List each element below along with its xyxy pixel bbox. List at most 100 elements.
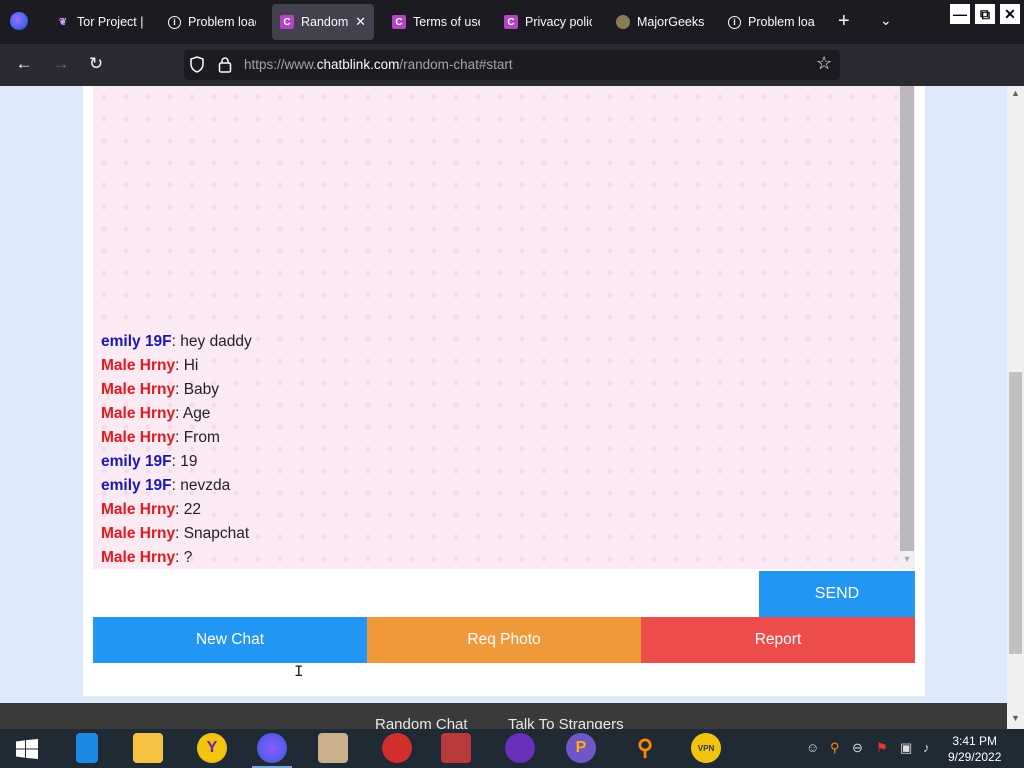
tor-icon: ❦ [58, 16, 68, 28]
restore-window-icon[interactable]: ⧉ [975, 4, 995, 24]
reload-icon[interactable]: ↻ [85, 54, 107, 74]
tray-emoji-icon[interactable]: ☺ [806, 740, 819, 755]
chat-message: emily 19F: nevzda [101, 474, 252, 498]
tab-label: Random ch [301, 15, 349, 29]
tray-minus-icon[interactable]: ⊖ [852, 740, 863, 756]
message-text: : ? [175, 549, 193, 566]
close-tab-icon[interactable]: ✕ [355, 14, 366, 30]
tracking-protection-shield-icon[interactable] [190, 56, 204, 73]
chat-scrollbar[interactable]: ▼ [899, 86, 915, 569]
clock-date: 9/29/2022 [948, 750, 1002, 764]
message-sender: Male Hrny [101, 525, 176, 542]
send-button[interactable]: SEND [759, 571, 915, 617]
message-sender: Male Hrny [101, 357, 176, 374]
clock-time: 3:41 PM [952, 734, 998, 748]
firefox-taskbar-icon[interactable] [257, 733, 287, 763]
message-sender: emily 19F [101, 453, 172, 470]
message-sender: emily 19F [101, 333, 172, 350]
chat-message: Male Hrny: ? [101, 546, 252, 570]
browser-tab[interactable]: ❦ Tor Project | [48, 4, 152, 40]
phone-app-icon[interactable] [76, 733, 98, 763]
message-text: : 19 [171, 453, 198, 470]
tab-label: Problem loa [748, 15, 815, 29]
message-text: : From [175, 429, 220, 446]
new-tab-plus-icon[interactable]: + [838, 10, 850, 33]
padlock-icon[interactable] [218, 56, 232, 73]
file-explorer-icon[interactable] [133, 733, 163, 763]
message-text: : Snapchat [175, 525, 250, 542]
browser-tab[interactable]: MajorGeeks. [608, 4, 712, 40]
paint-app-icon[interactable] [318, 733, 348, 763]
url-text[interactable]: https://www.chatblink.com/random-chat#st… [244, 57, 513, 72]
chat-message: Male Hrny: From [101, 426, 252, 450]
browser-tab[interactable]: C Privacy polic [496, 4, 600, 40]
chat-message: Male Hrny: Hi [101, 354, 252, 378]
bookmark-star-icon[interactable]: ☆ [816, 53, 832, 74]
report-button[interactable]: Report [641, 617, 915, 663]
scroll-up-arrow-icon[interactable]: ▲ [1007, 88, 1024, 98]
message-sender: emily 19F [101, 477, 172, 494]
page-footer: Random Chat Talk To Strangers [0, 703, 1007, 729]
page-scrollbar-thumb[interactable] [1009, 372, 1022, 654]
chat-message: Male Hrny: Baby [101, 378, 252, 402]
chat-message: emily 19F: 19 [101, 450, 252, 474]
toolbox-icon[interactable] [441, 733, 471, 763]
chat-message: Male Hrny: Age [101, 402, 252, 426]
message-sender: Male Hrny [101, 549, 176, 566]
chat-scrollbar-thumb[interactable] [900, 86, 914, 551]
chat-message: Male Hrny: 22 [101, 498, 252, 522]
browser-tab[interactable]: C Terms of use [384, 4, 488, 40]
forward-arrow-icon[interactable]: → [50, 54, 72, 74]
windows-start-icon[interactable] [16, 739, 38, 759]
browser-tab[interactable]: C Random ch ✕ [272, 4, 374, 40]
message-input[interactable] [93, 571, 759, 617]
footer-link-talk-to-strangers[interactable]: Talk To Strangers [508, 716, 624, 729]
list-all-tabs-chevron-icon[interactable]: ⌄ [880, 12, 892, 29]
chat-card: emily 19F: hey daddy Male Hrny: Hi Male Hr… [83, 86, 925, 696]
message-text: : Baby [175, 381, 220, 398]
chat-log: emily 19F: hey daddy Male Hrny: Hi Male Hr… [93, 86, 899, 569]
page-scrollbar[interactable]: ▲ ▼ [1007, 86, 1024, 729]
chatblink-icon: C [280, 15, 294, 29]
tray-flag-icon[interactable]: ⚑ [876, 740, 888, 756]
chat-message: Male Hrny: Snapchat [101, 522, 252, 546]
majorgeeks-icon [616, 15, 630, 29]
p-app-icon[interactable]: P [566, 733, 596, 763]
message-sender: Male Hrny [101, 429, 176, 446]
tab-label: Problem loadi [188, 15, 256, 29]
message-text: : 22 [175, 501, 201, 518]
tray-search-icon[interactable]: ⚲ [830, 740, 840, 756]
taskbar-clock[interactable]: 3:41 PM 9/29/2022 [948, 733, 1001, 765]
request-photo-button[interactable]: Req Photo [367, 617, 641, 663]
minimize-window-icon[interactable]: — [950, 4, 970, 24]
search-magnifier-icon[interactable]: ⚲ [630, 733, 660, 763]
angry-birds-icon[interactable] [382, 733, 412, 763]
tor-browser-icon[interactable] [505, 733, 535, 763]
chat-scroll-down-arrow-icon[interactable]: ▼ [900, 552, 914, 566]
text-cursor-icon: I [294, 663, 304, 681]
chat-action-row: New Chat Req Photo Report [93, 617, 915, 663]
page-viewport: emily 19F: hey daddy Male Hrny: Hi Male Hr… [0, 86, 1007, 703]
message-list: emily 19F: hey daddy Male Hrny: Hi Male Hr… [101, 330, 252, 570]
chat-message: emily 19F: hey daddy [101, 330, 252, 354]
new-chat-button[interactable]: New Chat [93, 617, 367, 663]
tray-network-icon[interactable]: ▣ [900, 740, 912, 756]
tab-label: Tor Project | [77, 15, 144, 29]
tray-volume-icon[interactable]: ♪ [923, 740, 930, 755]
vpn-pro-icon[interactable]: VPN [691, 733, 721, 763]
browser-tab[interactable]: i Problem loadi [160, 4, 264, 40]
chatblink-icon: C [504, 15, 518, 29]
message-text: : Hi [175, 357, 199, 374]
windows-taskbar: Y P ⚲ VPN ☺ ⚲ ⊖ ⚑ ▣ ♪ 3:41 PM 9/29/2022 [0, 729, 1024, 768]
back-arrow-icon[interactable]: ← [13, 54, 35, 74]
tab-label: Privacy polic [525, 15, 592, 29]
close-window-icon[interactable]: ✕ [1000, 4, 1020, 24]
message-text: : hey daddy [171, 333, 252, 350]
info-icon: i [728, 15, 741, 29]
browser-tab[interactable]: i Problem loa [720, 4, 824, 40]
footer-link-random-chat[interactable]: Random Chat [375, 716, 468, 729]
scroll-down-arrow-icon[interactable]: ▼ [1007, 713, 1024, 723]
message-sender: Male Hrny [101, 381, 176, 398]
yahoo-messenger-icon[interactable]: Y [197, 733, 227, 763]
firefox-icon[interactable] [10, 12, 28, 30]
